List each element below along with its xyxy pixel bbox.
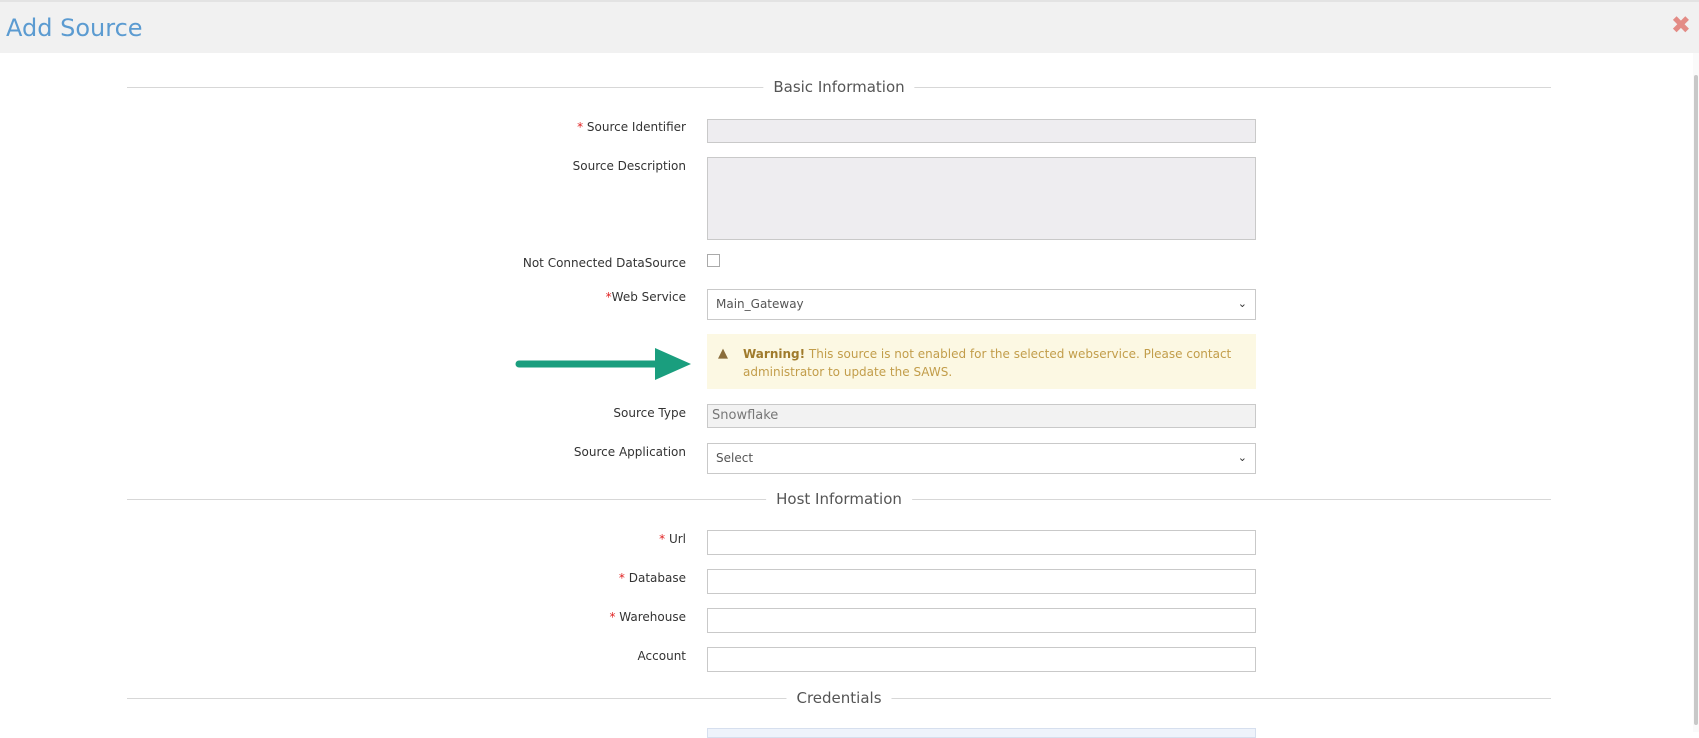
warning-title: Warning! xyxy=(743,347,806,361)
warning-alert: ▲ Warning! This source is not enabled fo… xyxy=(707,334,1256,389)
chevron-down-icon: ⌄ xyxy=(1237,297,1247,310)
source-identifier-label: * Source Identifier xyxy=(577,120,686,134)
web-service-select[interactable]: Main_Gateway ⌄ xyxy=(707,289,1256,320)
database-label: * Database xyxy=(618,571,686,585)
web-service-label: *Web Service xyxy=(605,290,686,304)
warehouse-label: * Warehouse xyxy=(609,610,686,624)
credentials-divider: Credentials xyxy=(127,689,1551,707)
required-marker: * xyxy=(618,571,629,585)
section-title-basic-information: Basic Information xyxy=(763,78,915,96)
warning-triangle-icon: ▲ xyxy=(718,346,728,361)
scrollbar-thumb[interactable] xyxy=(1694,75,1698,725)
source-description-label: Source Description xyxy=(572,159,686,173)
account-input[interactable] xyxy=(707,647,1256,672)
source-application-label: Source Application xyxy=(573,445,686,459)
modal-scrollbar[interactable] xyxy=(1693,53,1699,732)
source-type-label: Source Type xyxy=(613,406,686,420)
annotation-arrow-icon xyxy=(515,348,691,380)
chevron-down-icon: ⌄ xyxy=(1237,451,1247,464)
source-type-field: Snowflake xyxy=(707,404,1256,428)
source-identifier-input[interactable] xyxy=(707,119,1256,143)
credentials-username-input[interactable] xyxy=(707,728,1256,738)
url-label: * Url xyxy=(659,532,686,546)
required-marker: * xyxy=(609,610,620,624)
url-input[interactable] xyxy=(707,530,1256,555)
modal-header: Add Source ✖ xyxy=(0,0,1699,53)
source-application-selected-value: Select xyxy=(716,451,754,465)
required-marker: * xyxy=(577,120,587,134)
host-information-divider: Host Information xyxy=(127,490,1551,508)
account-label: Account xyxy=(637,649,686,663)
basic-information-divider: Basic Information xyxy=(127,78,1551,96)
close-icon[interactable]: ✖ xyxy=(1671,14,1691,38)
database-input[interactable] xyxy=(707,569,1256,594)
section-title-host-information: Host Information xyxy=(766,490,912,508)
warning-message: This source is not enabled for the selec… xyxy=(743,347,1232,379)
not-connected-datasource-checkbox[interactable] xyxy=(707,254,720,267)
warehouse-input[interactable] xyxy=(707,608,1256,633)
required-marker: * xyxy=(659,532,669,546)
web-service-selected-value: Main_Gateway xyxy=(716,297,804,311)
not-connected-datasource-label: Not Connected DataSource xyxy=(522,256,686,270)
section-title-credentials: Credentials xyxy=(786,689,892,707)
source-application-select[interactable]: Select ⌄ xyxy=(707,443,1256,474)
modal-title: Add Source xyxy=(6,14,143,42)
source-description-textarea[interactable] xyxy=(707,157,1256,240)
